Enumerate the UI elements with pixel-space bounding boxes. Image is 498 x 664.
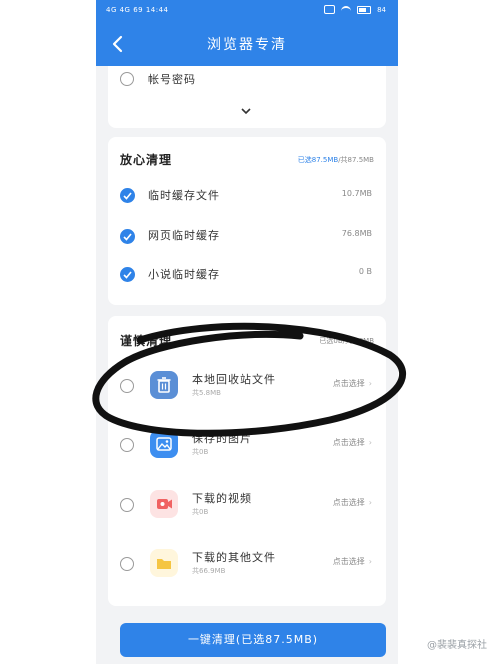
nav-bar: 浏览器专清	[96, 22, 398, 66]
downloaded-videos-label: 下载的视频	[192, 492, 252, 505]
safe-section-title: 放心清理	[120, 153, 173, 167]
temp-cache-label: 临时缓存文件	[148, 189, 220, 202]
downloaded-videos-select-label: 点击选择	[332, 498, 365, 507]
recycle-bin-size: 共5.8MB	[192, 389, 221, 397]
chevron-right-icon: ›	[368, 557, 372, 566]
web-cache-checkbox[interactable]	[120, 229, 135, 244]
phone-screen: 4G 4G 69 14:44 84 浏览器专清 帐号密码 放心清理 已选87.5…	[96, 0, 398, 664]
account-password-label: 帐号密码	[148, 73, 196, 86]
safe-clean-card: 放心清理 已选87.5MB/共87.5MB 临时缓存文件 10.7MB 网页临时…	[108, 137, 386, 305]
other-files-label: 下载的其他文件	[192, 551, 276, 564]
downloaded-videos-radio[interactable]	[120, 498, 134, 512]
saved-images-select-label: 点击选择	[332, 438, 365, 447]
battery-level: 84	[377, 5, 386, 14]
safe-section-summary: 已选87.5MB/共87.5MB	[298, 155, 374, 165]
image-icon	[150, 430, 178, 458]
recycle-bin-select-label: 点击选择	[332, 379, 365, 388]
page-title: 浏览器专清	[207, 37, 287, 53]
account-password-radio[interactable]	[120, 72, 134, 86]
check-icon	[123, 271, 132, 279]
expand-chevron-icon[interactable]	[240, 106, 252, 116]
watermark: @裴裴真探社	[424, 635, 490, 652]
status-left: 4G 4G 69 14:44	[106, 6, 169, 14]
alarm-icon	[324, 5, 336, 14]
safe-total: /共87.5MB	[338, 156, 374, 164]
temp-cache-size: 10.7MB	[341, 189, 372, 198]
check-icon	[123, 192, 132, 200]
saved-images-select[interactable]: 点击选择 ›	[333, 437, 372, 448]
other-files-radio[interactable]	[120, 557, 134, 571]
novel-cache-checkbox[interactable]	[120, 267, 135, 282]
downloaded-videos-size: 共0B	[192, 508, 209, 516]
novel-cache-label: 小说临时缓存	[148, 268, 220, 281]
web-cache-size: 76.8MB	[341, 229, 372, 238]
saved-images-label: 保存的图片	[192, 432, 252, 445]
battery-icon	[357, 5, 372, 14]
recycle-bin-select[interactable]: 点击选择 ›	[333, 378, 372, 389]
careful-section-title: 谨慎清理	[120, 334, 173, 348]
careful-clean-card: 谨慎清理 已选0B/共5.8MB 本地回收站文件 共5.8MB 点击选择 › 保存…	[108, 316, 386, 606]
saved-images-size: 共0B	[192, 448, 209, 456]
account-card: 帐号密码	[108, 66, 386, 128]
check-icon	[123, 233, 132, 241]
downloaded-videos-select[interactable]: 点击选择 ›	[333, 497, 372, 508]
recycle-bin-label: 本地回收站文件	[192, 373, 276, 386]
chevron-right-icon: ›	[368, 498, 372, 507]
novel-cache-size: 0 B	[358, 267, 372, 276]
careful-section-summary: 已选0B/共5.8MB	[319, 337, 374, 345]
status-bar: 4G 4G 69 14:44 84	[96, 0, 398, 22]
other-files-size: 共66.9MB	[192, 567, 226, 575]
trash-icon	[150, 371, 178, 399]
recycle-bin-radio[interactable]	[120, 379, 134, 393]
safe-selected: 已选87.5MB	[297, 156, 339, 164]
video-icon	[150, 490, 178, 518]
status-right: 84	[324, 5, 386, 14]
temp-cache-checkbox[interactable]	[120, 188, 135, 203]
one-click-clean-button[interactable]: 一键清理(已选87.5MB)	[120, 623, 386, 657]
other-files-select[interactable]: 点击选择 ›	[333, 556, 372, 567]
web-cache-label: 网页临时缓存	[148, 229, 220, 242]
wifi-icon	[341, 5, 352, 14]
chevron-right-icon: ›	[368, 379, 372, 388]
other-files-select-label: 点击选择	[332, 557, 365, 566]
chevron-right-icon: ›	[368, 438, 372, 447]
folder-icon	[150, 549, 178, 577]
saved-images-radio[interactable]	[120, 438, 134, 452]
